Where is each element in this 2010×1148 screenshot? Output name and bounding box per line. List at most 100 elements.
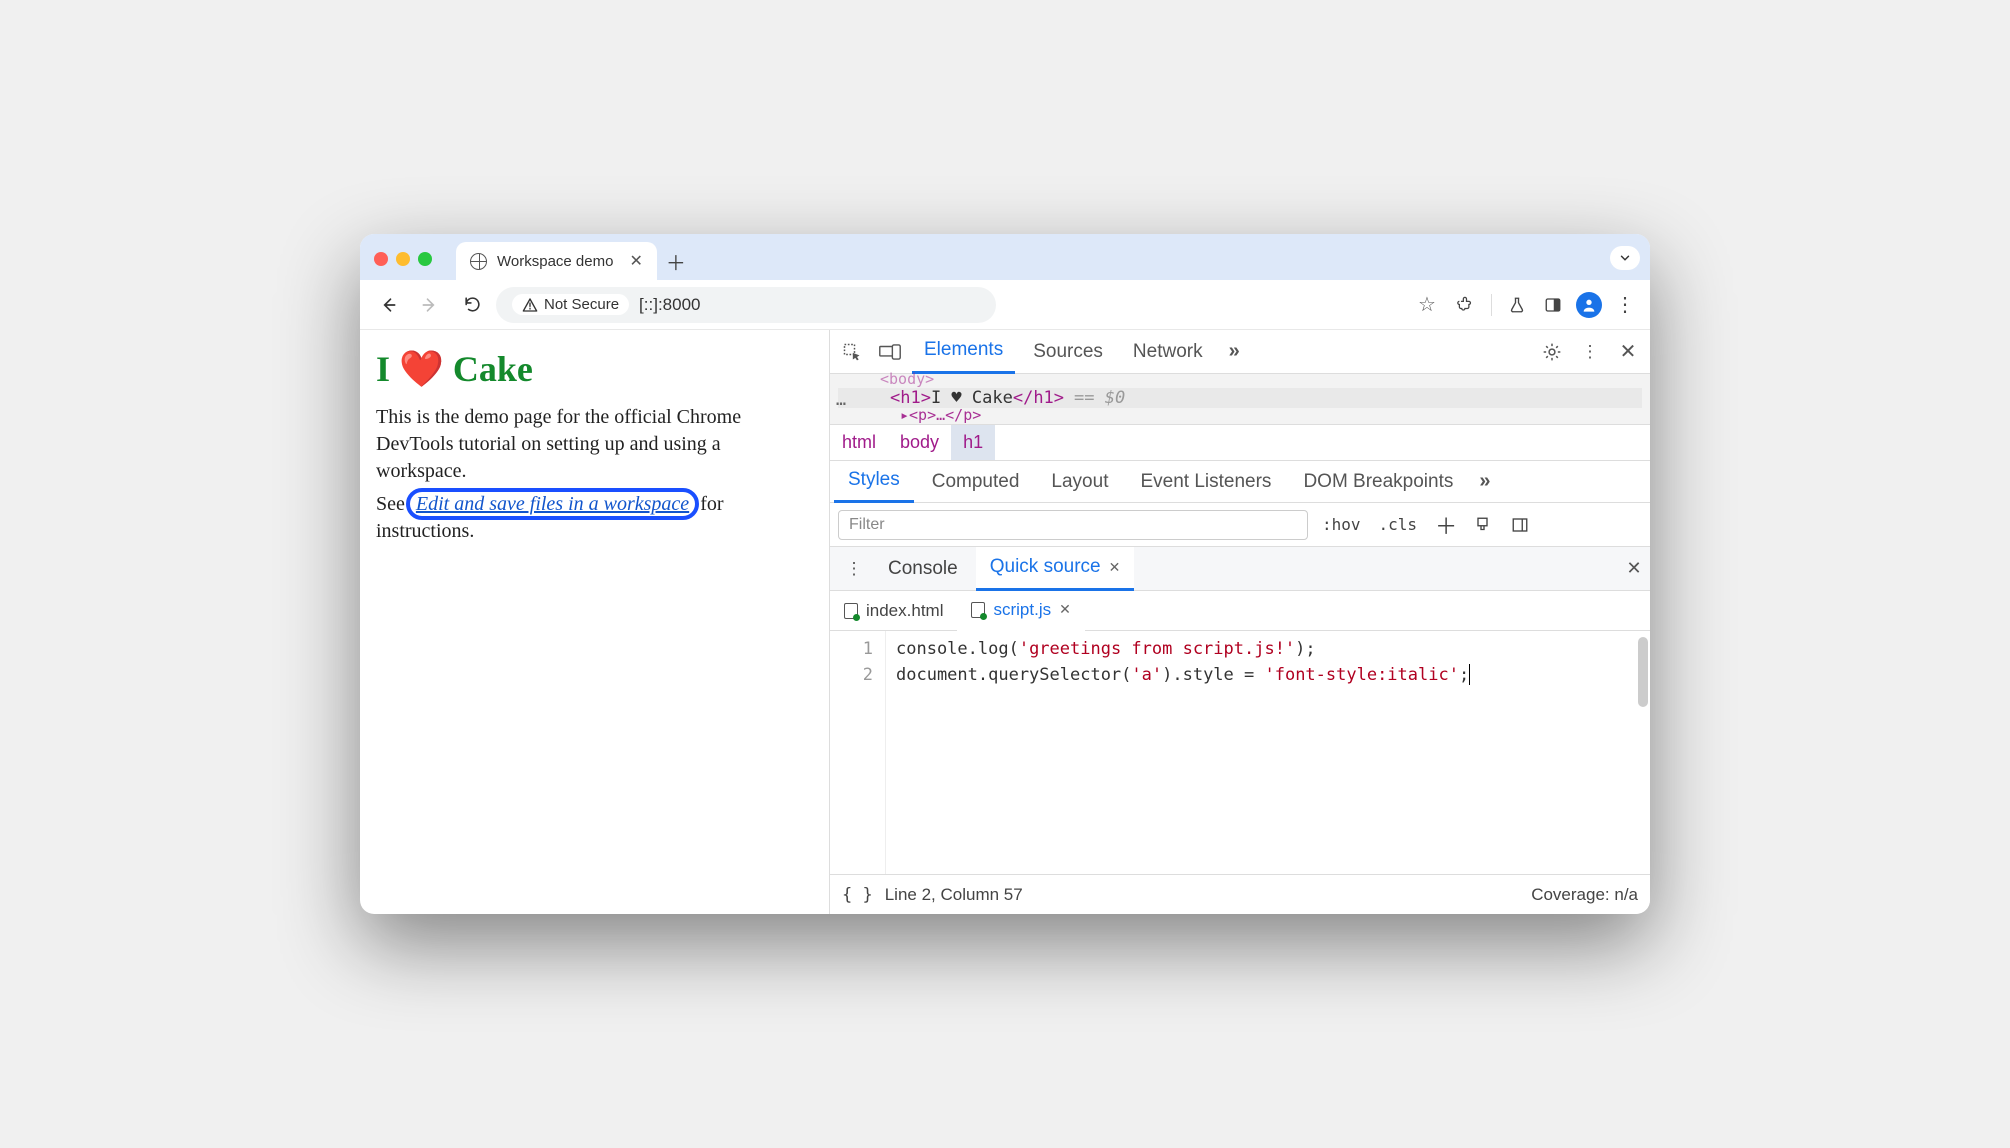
filter-placeholder: Filter bbox=[849, 516, 885, 534]
devtools-panel: Elements Sources Network » ⋮ ✕ ⋯ <body> … bbox=[830, 330, 1650, 914]
menu-button[interactable]: ⋮ bbox=[1610, 292, 1640, 317]
hov-toggle[interactable]: :hov bbox=[1318, 515, 1365, 534]
pretty-print-button[interactable]: { } bbox=[842, 885, 873, 905]
brush-icon bbox=[1475, 516, 1493, 534]
subtab-layout[interactable]: Layout bbox=[1037, 461, 1122, 503]
close-tab-button[interactable]: ✕ bbox=[629, 251, 642, 271]
file-tab-index[interactable]: index.html bbox=[830, 591, 957, 631]
file-icon bbox=[971, 602, 985, 618]
browser-window: Workspace demo ✕ ＋ Not Secure [::]:8000 … bbox=[360, 234, 1650, 914]
content-split: I ❤️ Cake This is the demo page for the … bbox=[360, 330, 1650, 914]
element-next: ▸<p>…</p> bbox=[838, 406, 1642, 424]
drawer-menu-button[interactable]: ⋮ bbox=[838, 559, 870, 579]
maximize-window-button[interactable] bbox=[418, 252, 432, 266]
star-icon: ☆ bbox=[1418, 292, 1436, 317]
new-tab-button[interactable]: ＋ bbox=[657, 247, 695, 280]
editor-statusbar: { } Line 2, Column 57 Coverage: n/a bbox=[830, 874, 1650, 914]
tabs-overflow-button[interactable]: » bbox=[1221, 340, 1248, 363]
side-panel-button[interactable] bbox=[1538, 296, 1568, 314]
tab-sources[interactable]: Sources bbox=[1021, 330, 1115, 374]
drawer-tab-console[interactable]: Console bbox=[874, 547, 972, 591]
styles-toolbar: Filter :hov .cls ＋ bbox=[830, 503, 1650, 547]
toolbar: Not Secure [::]:8000 ☆ ⋮ bbox=[360, 280, 1650, 330]
close-icon: ✕ bbox=[1620, 339, 1637, 364]
line-number: 2 bbox=[830, 663, 873, 689]
styles-filter-input[interactable]: Filter bbox=[838, 510, 1308, 540]
drawer-tab-label: Quick source bbox=[990, 556, 1101, 578]
scrollbar-thumb[interactable] bbox=[1638, 637, 1648, 707]
element-open-tag: <h1> bbox=[890, 388, 931, 408]
reload-button[interactable] bbox=[454, 287, 490, 323]
crumb-h1[interactable]: h1 bbox=[951, 425, 995, 460]
tab-search-button[interactable] bbox=[1610, 246, 1640, 270]
line-number: 1 bbox=[830, 637, 873, 663]
device-toggle-button[interactable] bbox=[874, 343, 906, 361]
new-rule-button[interactable]: ＋ bbox=[1431, 509, 1461, 541]
close-icon[interactable]: ✕ bbox=[1109, 559, 1121, 576]
styles-tabbar: Styles Computed Layout Event Listeners D… bbox=[830, 461, 1650, 503]
cursor-position: Line 2, Column 57 bbox=[885, 885, 1023, 905]
subtab-dom-breakpoints[interactable]: DOM Breakpoints bbox=[1289, 461, 1467, 503]
security-chip[interactable]: Not Secure bbox=[512, 294, 629, 315]
devtools-menu-button[interactable]: ⋮ bbox=[1574, 342, 1606, 362]
crumb-body[interactable]: body bbox=[888, 425, 951, 460]
inspect-button[interactable] bbox=[836, 342, 868, 362]
element-prev: <body> bbox=[838, 370, 1642, 388]
back-button[interactable] bbox=[370, 287, 406, 323]
file-tab-script[interactable]: script.js ✕ bbox=[957, 591, 1084, 631]
devtools-close-button[interactable]: ✕ bbox=[1612, 339, 1644, 364]
workspace-link[interactable]: Edit and save files in a workspace bbox=[410, 492, 695, 516]
panel-icon bbox=[1544, 296, 1562, 314]
subtab-styles[interactable]: Styles bbox=[834, 461, 914, 503]
elements-tree[interactable]: ⋯ <body> <h1> I ♥ Cake </h1> == $0 ▸<p>…… bbox=[830, 374, 1650, 425]
extensions-button[interactable] bbox=[1451, 295, 1481, 314]
flask-icon bbox=[1508, 296, 1526, 314]
labs-button[interactable] bbox=[1502, 296, 1532, 314]
bookmark-button[interactable]: ☆ bbox=[1409, 287, 1445, 323]
url-text: [::]:8000 bbox=[639, 295, 700, 315]
tab-network[interactable]: Network bbox=[1121, 330, 1215, 374]
profile-button[interactable] bbox=[1574, 292, 1604, 318]
close-icon: ✕ bbox=[1626, 558, 1641, 579]
reload-icon bbox=[463, 295, 482, 314]
crumb-html[interactable]: html bbox=[830, 425, 888, 460]
drawer-close-button[interactable]: ✕ bbox=[1618, 558, 1650, 579]
line-gutter: 1 2 bbox=[830, 631, 886, 874]
address-bar[interactable]: Not Secure [::]:8000 bbox=[496, 287, 996, 323]
sidebar-icon bbox=[1511, 516, 1529, 534]
forward-button[interactable] bbox=[412, 287, 448, 323]
page-heading: I ❤️ Cake bbox=[376, 348, 813, 390]
page-paragraph: This is the demo page for the official C… bbox=[376, 404, 813, 485]
minimize-window-button[interactable] bbox=[396, 252, 410, 266]
file-tabbar: index.html script.js ✕ bbox=[830, 591, 1650, 631]
cls-toggle[interactable]: .cls bbox=[1375, 515, 1422, 534]
close-window-button[interactable] bbox=[374, 252, 388, 266]
kebab-icon: ⋮ bbox=[846, 559, 863, 579]
warning-icon bbox=[522, 297, 538, 313]
chevron-down-icon bbox=[1618, 251, 1632, 265]
toggle-sidebar-button[interactable] bbox=[1507, 516, 1533, 534]
gear-icon bbox=[1542, 342, 1562, 362]
tab-elements[interactable]: Elements bbox=[912, 330, 1015, 374]
computed-toggle[interactable] bbox=[1471, 516, 1497, 534]
window-controls bbox=[374, 252, 456, 280]
source-content: console.log('greetings from script.js!')… bbox=[886, 631, 1480, 874]
browser-tab[interactable]: Workspace demo ✕ bbox=[456, 242, 657, 280]
subtab-listeners[interactable]: Event Listeners bbox=[1126, 461, 1285, 503]
divider bbox=[1491, 294, 1492, 316]
element-selected[interactable]: <h1> I ♥ Cake </h1> == $0 bbox=[838, 388, 1642, 408]
drawer-tab-quick-source[interactable]: Quick source ✕ bbox=[976, 547, 1135, 591]
subtab-computed[interactable]: Computed bbox=[918, 461, 1034, 503]
coverage-status: Coverage: n/a bbox=[1531, 885, 1638, 905]
kebab-icon: ⋮ bbox=[1615, 292, 1635, 317]
globe-icon bbox=[470, 253, 487, 270]
devtools-tabbar: Elements Sources Network » ⋮ ✕ bbox=[830, 330, 1650, 374]
subtabs-overflow-button[interactable]: » bbox=[1471, 470, 1498, 493]
element-close-tag: </h1> bbox=[1013, 388, 1064, 408]
inspect-icon bbox=[842, 342, 862, 362]
settings-button[interactable] bbox=[1536, 342, 1568, 362]
close-icon[interactable]: ✕ bbox=[1059, 601, 1071, 618]
dom-breadcrumbs: html body h1 bbox=[830, 425, 1650, 461]
arrow-left-icon bbox=[378, 295, 398, 315]
code-editor[interactable]: 1 2 console.log('greetings from script.j… bbox=[830, 631, 1650, 874]
